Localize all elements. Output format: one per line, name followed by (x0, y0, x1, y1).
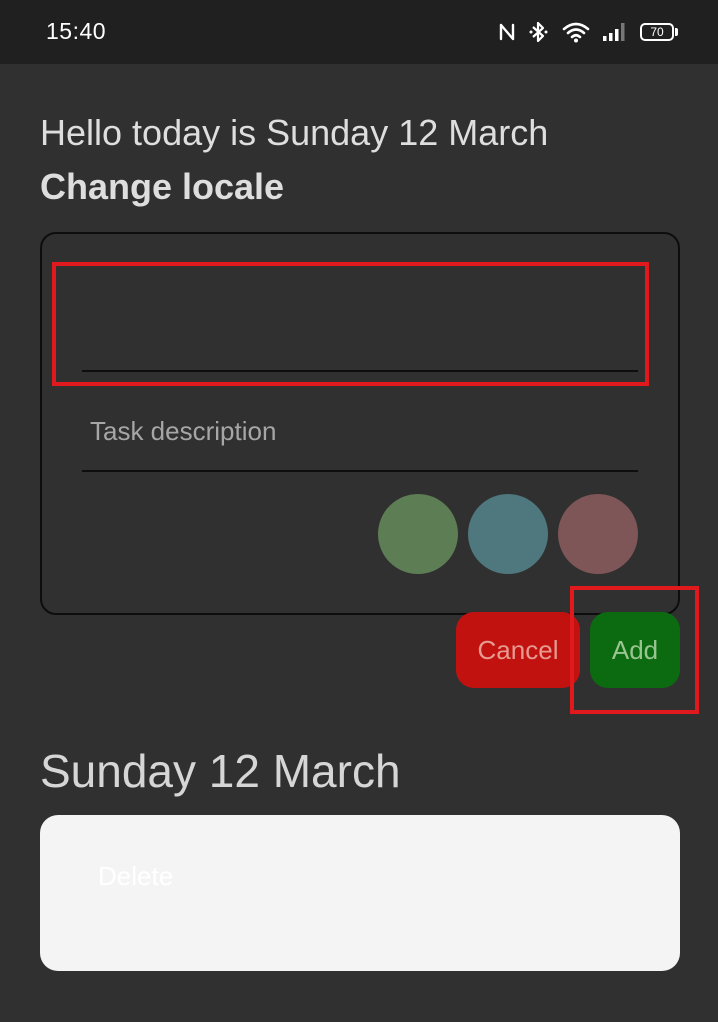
battery-icon: 70 (640, 23, 678, 41)
date-heading: Sunday 12 March (40, 745, 401, 797)
color-swatch-rose[interactable] (558, 494, 638, 574)
signal-icon (602, 21, 628, 43)
delete-button[interactable]: Delete (98, 861, 173, 892)
task-title-input[interactable] (82, 290, 638, 372)
task-description-input[interactable] (82, 392, 638, 472)
cancel-button[interactable]: Cancel (456, 612, 580, 688)
color-swatch-teal[interactable] (468, 494, 548, 574)
greeting-text: Hello today is Sunday 12 March (40, 112, 549, 153)
nfc-icon (498, 21, 516, 43)
status-time: 15:40 (46, 18, 107, 44)
wifi-icon (562, 21, 590, 43)
task-card[interactable]: Delete (40, 815, 680, 971)
bluetooth-icon (528, 20, 550, 44)
status-icons: 70 (498, 18, 678, 46)
change-locale-link[interactable]: Change locale (40, 166, 284, 208)
add-button[interactable]: Add (590, 612, 680, 688)
color-swatch-green[interactable] (378, 494, 458, 574)
status-bar: 15:40 70 (0, 0, 718, 64)
battery-level: 70 (640, 23, 674, 41)
